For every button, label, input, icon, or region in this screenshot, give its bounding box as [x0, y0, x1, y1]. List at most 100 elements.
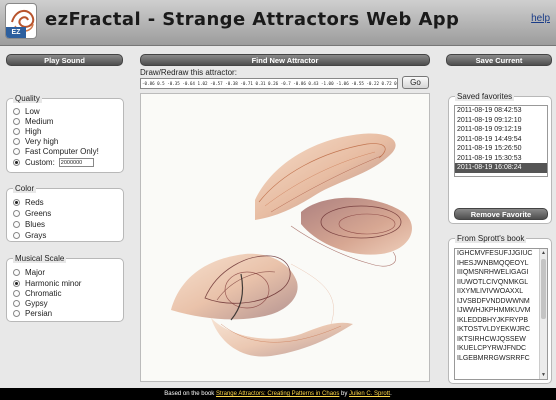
quality-option-fast-computer[interactable]: Fast Computer Only! [13, 146, 99, 156]
radio-icon[interactable] [13, 198, 20, 206]
radio-icon[interactable] [13, 127, 20, 135]
radio-icon[interactable] [13, 279, 20, 287]
list-item[interactable]: IHESJWNBMQQEOYL [455, 259, 547, 269]
option-label: Low [25, 106, 40, 116]
quality-option-medium[interactable]: Medium [13, 116, 53, 126]
sprott-list-scrollbar[interactable]: ▲ ▼ [539, 249, 547, 379]
radio-icon[interactable] [13, 309, 20, 317]
radio-icon[interactable] [13, 220, 20, 228]
quality-option-low[interactable]: Low [13, 106, 40, 116]
list-item[interactable]: IKLEDDBHYJKFRYPB [455, 316, 547, 326]
quality-panel: Quality Low Medium High Very high Fast C… [6, 94, 124, 173]
attractor-canvas[interactable] [140, 93, 430, 382]
radio-icon[interactable] [13, 158, 20, 166]
option-label: Grays [25, 230, 47, 240]
color-option-reds[interactable]: Reds [13, 197, 44, 207]
radio-icon[interactable] [13, 107, 20, 115]
quality-option-very-high[interactable]: Very high [13, 136, 58, 146]
list-item[interactable]: 2011-08-19 09:12:10 [455, 116, 547, 126]
formula-input[interactable]: -0.86 0.5 -0.35 -0.64 1.02 -0.57 -0.38 -… [140, 78, 398, 89]
sprott-book-panel: From Sprott's book IGHCMVFESUFJJGIUC IHE… [448, 234, 552, 384]
list-item[interactable]: 2011-08-19 15:30:53 [455, 154, 547, 164]
app-header: EZ ezFractal - Strange Attractors Web Ap… [0, 0, 556, 46]
option-label: Blues [25, 219, 46, 229]
save-current-button[interactable]: Save Current [446, 54, 552, 66]
list-item[interactable]: IKTSIRHCWJQSSEW [455, 335, 547, 345]
color-panel: Color Reds Greens Blues Grays [6, 184, 124, 242]
play-sound-button[interactable]: Play Sound [6, 54, 123, 66]
option-label: Major [25, 267, 46, 277]
option-label: Persian [25, 308, 53, 318]
list-item[interactable]: IIIQMSNRHWELIGAGI [455, 268, 547, 278]
sprott-book-list[interactable]: IGHCMVFESUFJJGIUC IHESJWNBMQQEOYL IIIQMS… [454, 248, 548, 380]
list-item[interactable]: IKTOSTVLDYEKWJRC [455, 325, 547, 335]
author-link[interactable]: Julien C. Sprott [349, 391, 390, 397]
scroll-down-icon[interactable]: ▼ [540, 371, 547, 379]
book-link[interactable]: Strange Attractors: Creating Patterns in… [216, 391, 339, 397]
radio-icon[interactable] [13, 289, 20, 297]
sprott-book-title: From Sprott's book [455, 234, 527, 243]
list-item[interactable]: IIUWOTLCIVQNMKGL [455, 278, 547, 288]
find-new-attractor-button[interactable]: Find New Attractor [140, 54, 430, 66]
list-item[interactable]: IJVSBDFVNDDWWNM [455, 297, 547, 307]
saved-favorites-panel: Saved favorites 2011-08-19 08:42:53 2011… [448, 92, 552, 224]
musical-scale-title: Musical Scale [13, 254, 67, 263]
list-item[interactable]: 2011-08-19 09:12:19 [455, 125, 547, 135]
remove-favorite-button[interactable]: Remove Favorite [454, 208, 548, 220]
draw-label: Draw/Redraw this attractor: [140, 68, 237, 77]
footer-prefix: Based on the book [164, 391, 216, 397]
footer-suffix: . [390, 391, 392, 397]
option-label: Harmonic minor [25, 278, 82, 288]
scroll-thumb[interactable] [541, 259, 546, 319]
musical-scale-panel: Musical Scale Major Harmonic minor Chrom… [6, 254, 124, 322]
list-item[interactable]: IGHCMVFESUFJJGIUC [455, 249, 547, 259]
option-label: Chromatic [25, 288, 62, 298]
custom-quality-input[interactable]: 2000000 [58, 157, 94, 167]
app-logo: EZ [5, 3, 37, 39]
scale-option-gypsy[interactable]: Gypsy [13, 298, 48, 308]
quality-option-high[interactable]: High [13, 126, 41, 136]
footer-by: by [339, 391, 350, 397]
option-label: Greens [25, 208, 52, 218]
scale-option-major[interactable]: Major [13, 267, 45, 277]
scale-option-harmonic-minor[interactable]: Harmonic minor [13, 278, 81, 288]
color-option-grays[interactable]: Grays [13, 230, 46, 240]
color-option-blues[interactable]: Blues [13, 219, 45, 229]
scroll-up-icon[interactable]: ▲ [540, 249, 547, 257]
help-link[interactable]: help [531, 13, 550, 24]
option-label: Custom: [25, 157, 55, 167]
option-label: High [25, 126, 42, 136]
list-item[interactable]: IKUELCPYRWJFNDC [455, 344, 547, 354]
list-item[interactable]: IIXYMLIVIVWOAXXL [455, 287, 547, 297]
attractor-image [171, 133, 412, 357]
radio-icon[interactable] [13, 209, 20, 217]
page-title: ezFractal - Strange Attractors Web App [45, 9, 460, 30]
list-item[interactable]: ILGEBMRRGWSRRFC [455, 354, 547, 364]
radio-icon[interactable] [13, 299, 20, 307]
radio-icon[interactable] [13, 137, 20, 145]
list-item[interactable]: 2011-08-19 08:42:53 [455, 106, 547, 116]
quality-option-custom[interactable]: Custom: 2000000 [13, 157, 94, 167]
list-item-selected[interactable]: 2011-08-19 16:08:24 [455, 163, 547, 173]
radio-icon[interactable] [13, 147, 20, 155]
list-item[interactable]: IJWWHJKPHMMKUVM [455, 306, 547, 316]
list-item[interactable]: 2011-08-19 14:49:54 [455, 135, 547, 145]
quality-title: Quality [13, 94, 42, 103]
option-label: Medium [25, 116, 54, 126]
radio-icon[interactable] [13, 117, 20, 125]
radio-icon[interactable] [13, 268, 20, 276]
color-option-greens[interactable]: Greens [13, 208, 51, 218]
option-label: Reds [25, 197, 44, 207]
radio-icon[interactable] [13, 231, 20, 239]
footer: Based on the book Strange Attractors: Cr… [0, 388, 556, 400]
list-item[interactable]: 2011-08-19 15:26:50 [455, 144, 547, 154]
saved-favorites-list[interactable]: 2011-08-19 08:42:53 2011-08-19 09:12:10 … [454, 105, 548, 177]
option-label: Gypsy [25, 298, 48, 308]
go-button[interactable]: Go [402, 76, 429, 89]
option-label: Very high [25, 136, 59, 146]
logo-badge: EZ [6, 27, 26, 38]
saved-favorites-title: Saved favorites [455, 92, 515, 101]
scale-option-persian[interactable]: Persian [13, 308, 52, 318]
color-title: Color [13, 184, 37, 193]
scale-option-chromatic[interactable]: Chromatic [13, 288, 61, 298]
